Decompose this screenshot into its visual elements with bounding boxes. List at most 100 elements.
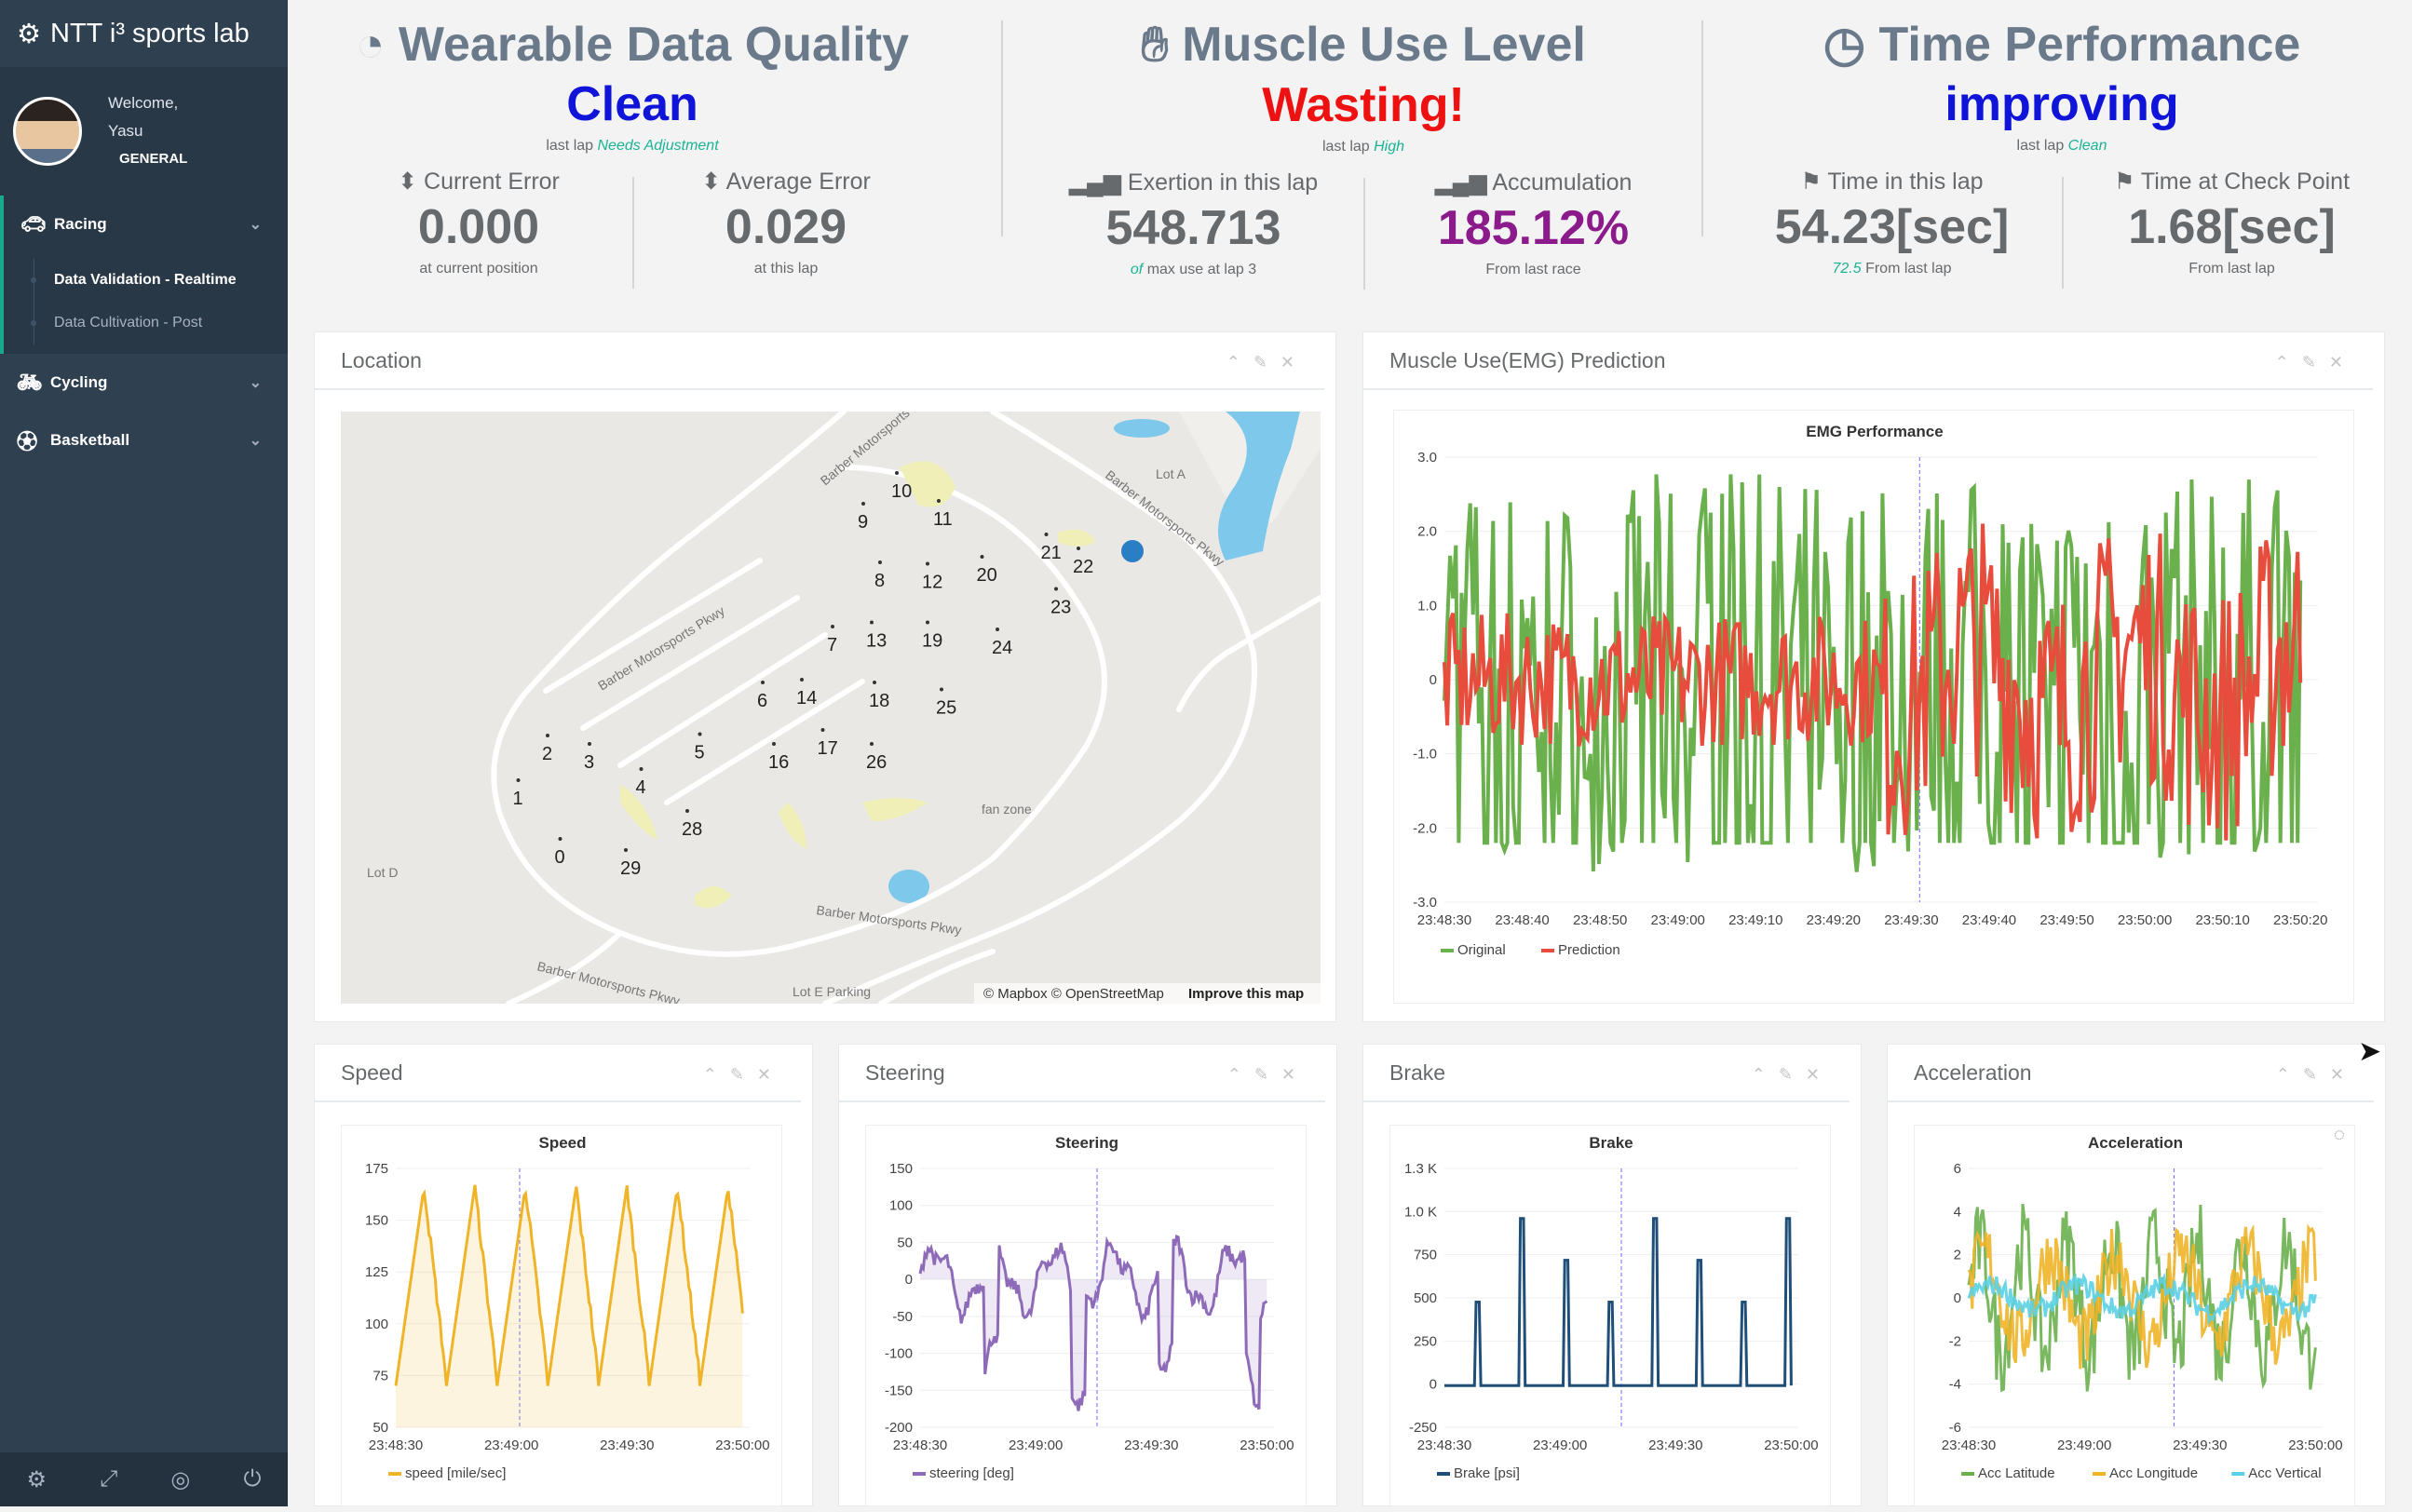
map-marker-label: 26 [866,752,887,773]
y-tick-label: 100 [365,1316,388,1332]
map-marker-label: 25 [936,698,956,719]
x-tick-label: 23:49:30 [2173,1438,2227,1453]
speed-chart: Speed175150125100755023:48:3023:49:0023:… [341,1125,782,1506]
legend-label: Acc Longitude [2109,1465,2198,1481]
y-tick-label: 1.0 [1417,598,1437,614]
map-marker-dot [996,628,999,631]
kpi-title: Wearable Data Quality [399,18,909,72]
racing-submenu: Data Validation - Realtime Data Cultivat… [0,253,288,354]
metric-time-lap: ⚑ Time in this lap 54.23[sec] 72.5 From … [1722,168,2062,277]
panel-tools[interactable]: ⌃✎✕ [2276,1065,2357,1085]
legend-label: Acc Vertical [2248,1465,2321,1481]
map-marker-label: 12 [922,573,942,593]
metric-note: at current position [325,261,632,277]
x-tick-label: 23:48:30 [1417,912,1471,928]
map-marker-label: 29 [620,858,641,879]
metric-value: 185.12% [1363,200,1703,256]
hide-icon[interactable]: ◎ [170,1466,190,1493]
y-tick-label: 500 [1414,1290,1437,1306]
current-position-dot [1121,540,1144,562]
map-marker-label: 8 [874,571,885,591]
map-marker-dot [870,742,874,746]
power-icon[interactable]: ⏻ [243,1466,261,1492]
map-marker-dot [937,499,941,503]
signal-icon: ▂▄▆ [1069,169,1121,196]
sidebar-item-label: Basketball [50,431,129,450]
x-tick-label: 23:49:50 [2039,912,2094,928]
panel-tools[interactable]: ⌃✎✕ [1226,353,1308,372]
map-marker-label: 1 [513,789,523,809]
sidebar-subitem-realtime[interactable]: Data Validation - Realtime [4,259,288,302]
y-tick-label: 150 [365,1213,388,1229]
y-tick-label: 2 [1954,1248,1961,1263]
map-marker-dot [640,767,644,771]
avatar[interactable] [13,97,82,166]
kpi-muscle-use: ✋︎ Muscle Use Level Wasting! last lap Hi… [1023,0,1703,307]
legend-swatch [1961,1472,1974,1476]
y-tick-label: 0 [1430,672,1437,688]
map-marker-label: 3 [584,752,594,773]
user-role[interactable]: GENERAL [119,145,187,173]
map-marker-label: 24 [992,638,1012,658]
y-tick-label: 2.0 [1417,524,1437,540]
panel-tools[interactable]: ⌃✎✕ [1752,1065,1833,1085]
sidebar-item-basketball[interactable]: ⚽︎ Basketball ⌄ [0,412,288,469]
pond [1114,419,1170,438]
x-tick-label: 23:50:00 [715,1438,769,1453]
map-marker-dot [685,809,689,813]
x-tick-label: 23:49:20 [1807,912,1861,928]
map-marker-label: 9 [858,512,868,533]
place-label: Lot D [367,865,398,880]
sidebar-item-label: Racing [54,215,107,234]
y-tick-label: 0 [905,1272,913,1288]
place-label: Lot A [1156,466,1186,481]
clock-icon: ◷ [1823,18,1865,72]
map-marker-dot [981,555,984,559]
legend-swatch [1541,949,1554,952]
divider [1001,20,1003,236]
map-marker-label: 0 [555,847,565,868]
map-marker-dot [821,728,825,732]
y-tick-label: -2 [1949,1333,1961,1349]
kpi-status: improving [1722,76,2402,132]
map-marker-label: 11 [933,509,953,530]
kpi-data-quality: ◔ Wearable Data Quality Clean last lap N… [325,0,940,307]
series-area [920,1236,1267,1411]
track-map[interactable]: Barber Motorsports Pkwy Barber Motorspor… [341,412,1321,1004]
flag-icon: ⚑ [2114,169,2134,195]
sidebar-subitem-post[interactable]: Data Cultivation - Post [4,302,288,344]
sidebar-item-label: Cycling [50,373,107,392]
map-marker-label: 16 [768,752,789,773]
fullscreen-icon[interactable]: ⤢ [100,1466,117,1492]
chart-title: Steering [1055,1134,1118,1152]
metric-value: 54.23[sec] [1722,199,2062,255]
x-tick-label: 23:48:40 [1495,912,1549,928]
chart-title: Acceleration [2088,1134,2183,1152]
improve-map-link[interactable]: Improve this map [1188,986,1304,1002]
y-tick-label: 175 [365,1161,388,1177]
metric-note: From last race [1363,262,1703,278]
map-marker-label: 22 [1073,557,1093,577]
map-marker-dot [559,837,562,841]
legend-label: Prediction [1558,942,1620,958]
steering-chart: Steering150100500-50-100-150-20023:48:30… [865,1125,1307,1506]
metric-average-error: ⬍ Average Error 0.029 at this lap [632,168,940,277]
y-tick-label: 3.0 [1417,450,1437,466]
metric-exertion: ▂▄▆ Exertion in this lap 548.713 of max … [1023,169,1363,278]
metric-value: 0.000 [325,199,632,255]
settings-icon[interactable]: ⚙ [27,1466,47,1493]
panel-tools[interactable]: ⌃✎✕ [703,1065,784,1085]
car-icon: 🚗︎ [20,212,54,236]
sidebar-item-cycling[interactable]: 🚲︎ Cycling ⌄ [0,354,288,412]
y-tick-label: 50 [897,1235,913,1250]
chevron-down-icon: ⌄ [250,215,262,234]
y-tick-label: -200 [885,1420,913,1436]
kpi-title: Time Performance [1879,18,2301,72]
panel-tools[interactable]: ⌃✎✕ [2275,353,2356,372]
map-marker-dot [861,502,865,506]
panel-tools[interactable]: ⌃✎✕ [1227,1065,1308,1085]
brand[interactable]: ⚙ NTT i³ sports lab [0,0,288,67]
map-marker-dot [940,688,943,692]
sidebar-item-racing[interactable]: 🚗︎ Racing ⌄ [0,196,288,253]
user-name: Yasu [108,117,187,145]
